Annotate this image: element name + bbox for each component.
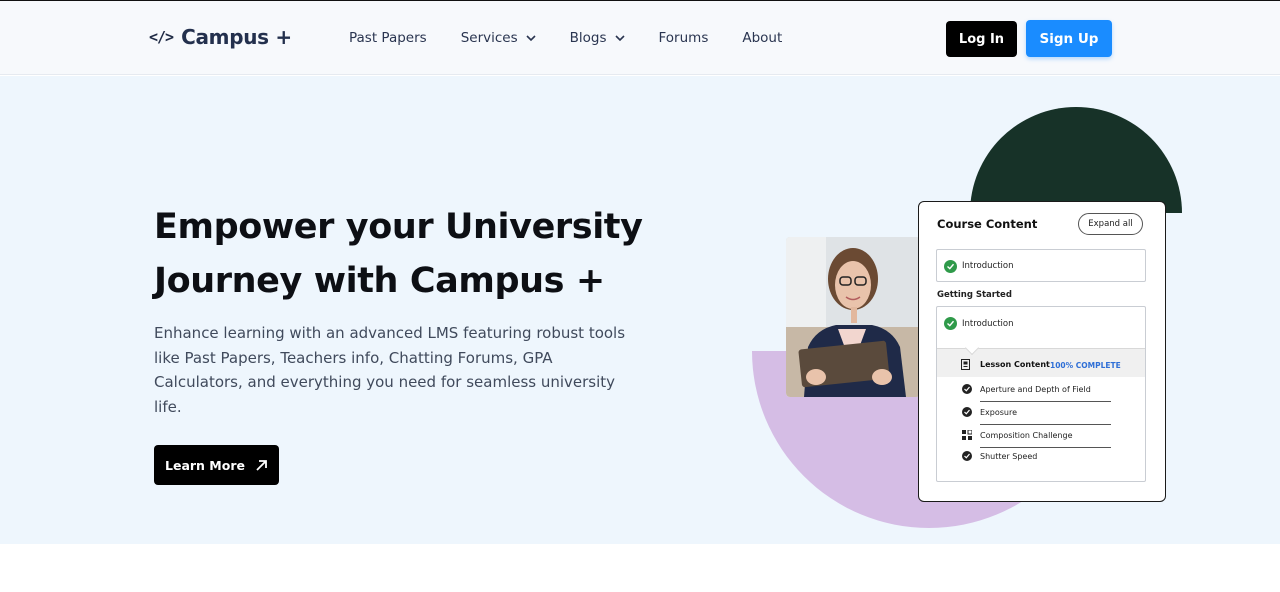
course-content-card: Course Content Expand all Introduction G… [918,201,1166,502]
site-header: </> Campus + Past Papers Services Blogs … [0,1,1280,75]
nav-services[interactable]: Services [461,30,536,46]
section-label: Getting Started [937,290,1012,300]
lesson-content-row[interactable]: Lesson Content 100% COMPLETE [937,340,1145,377]
lesson-content-label: Lesson Content [980,360,1050,369]
check-circle-icon [962,384,972,394]
nav-blogs[interactable]: Blogs [570,30,625,46]
check-circle-icon [962,407,972,417]
student-photo [786,237,920,397]
course-item-label: Introduction [962,261,1014,271]
nav-label: Blogs [569,30,607,46]
nav-label: About [742,30,783,46]
chevron-down-icon [614,35,625,42]
lesson-progress: 100% COMPLETE [1050,361,1121,370]
section-item-introduction[interactable]: Introduction [937,307,1145,345]
course-section-getting-started: Introduction Lesson Content 100% COMPLET… [936,306,1146,482]
hero-title-line1: Empower your University [154,207,643,247]
hero-title-line2: Journey with Campus + [154,261,605,301]
nav-label: Services [460,30,518,46]
decorative-dark-semicircle [970,107,1182,213]
nav-label: Forums [658,30,709,46]
hero-section: Empower your University Journey with Cam… [0,76,1280,544]
arrow-up-right-icon [256,459,267,471]
next-section [0,544,1280,592]
nav-past-papers[interactable]: Past Papers [349,30,427,46]
nav-forums[interactable]: Forums [659,30,709,46]
nav-label: Past Papers [349,30,427,46]
lesson-item[interactable]: Exposure [961,403,1111,425]
course-item-introduction[interactable]: Introduction [936,249,1146,282]
hero-description: Enhance learning with an advanced LMS fe… [154,324,626,416]
section-item-label: Introduction [962,319,1014,329]
lesson-item[interactable]: Aperture and Depth of Field [961,380,1111,402]
learn-more-label: Learn More [165,457,245,473]
check-circle-icon [962,451,972,461]
hero-title: Empower your University Journey with Cam… [154,200,674,308]
main-nav: Past Papers Services Blogs Forums About [349,30,816,46]
expand-all-button[interactable]: Expand all [1078,213,1143,235]
lesson-item-label: Composition Challenge [980,431,1073,440]
lesson-item-label: Exposure [980,408,1018,417]
divider [980,424,1111,425]
lesson-item[interactable]: Composition Challenge [961,426,1111,448]
card-title: Course Content [937,217,1038,231]
check-circle-icon [944,317,957,330]
login-button[interactable]: Log In [946,21,1017,57]
code-icon: </> [149,28,174,46]
lesson-item[interactable]: Shutter Speed [961,447,1111,469]
learn-more-button[interactable]: Learn More [154,445,279,485]
document-icon [961,359,970,370]
divider [980,401,1111,402]
logo-text: Campus + [181,25,292,49]
chevron-down-icon [526,35,536,42]
grid-icon [962,430,972,440]
lesson-item-label: Shutter Speed [980,452,1038,461]
logo[interactable]: </> Campus + [149,25,292,49]
nav-about[interactable]: About [742,30,782,46]
check-circle-icon [944,260,957,273]
signup-button[interactable]: Sign Up [1026,20,1112,57]
lesson-item-label: Aperture and Depth of Field [980,385,1091,394]
